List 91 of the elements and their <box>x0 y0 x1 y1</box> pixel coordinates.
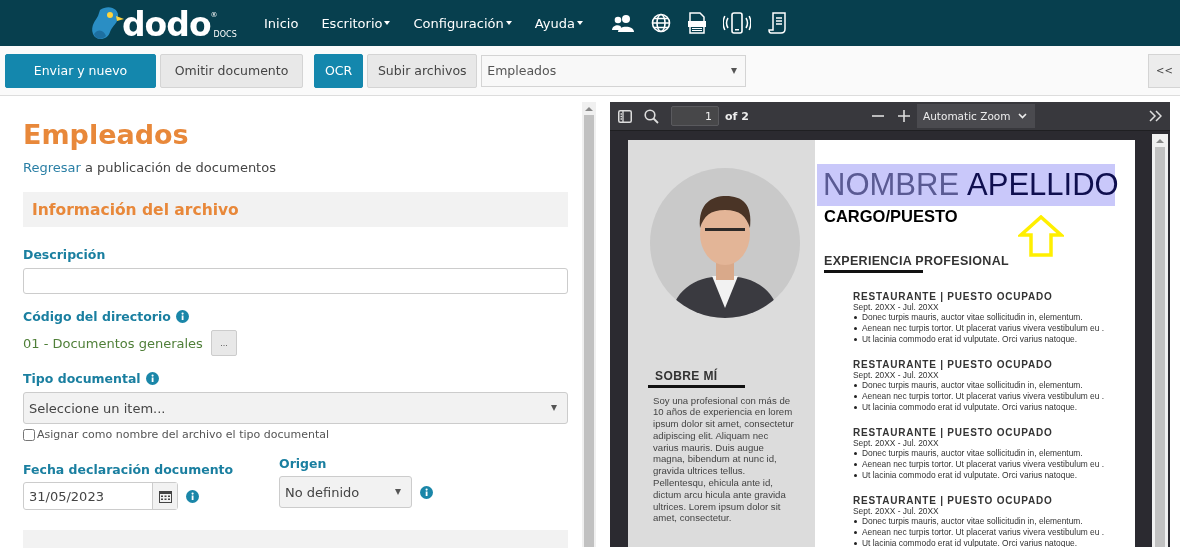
checkbox-label: Asignar como nombre del archivo el tipo documental <box>37 428 330 441</box>
bullet-text: Ut lacinia commodo erat id vulputate. Orci varius natoque. <box>862 470 1078 481</box>
toolbar-button[interactable]: Enviar y nuevo <box>5 53 156 88</box>
info-icon <box>420 485 433 499</box>
description-field[interactable] <box>23 268 568 294</box>
bullet-text: Aenean nec turpis tortor. Ut placerat varius vivera vestibulum eu . <box>862 459 1105 470</box>
field-label: Origen <box>279 456 327 471</box>
bullet-icon <box>854 327 857 330</box>
section-heading: SOBRE MÍ <box>655 369 718 383</box>
field-label: Tipo documental <box>23 371 141 386</box>
bird-icon <box>90 4 124 42</box>
bullet-text: Donec turpis mauris, auctor vitae sollicitudin in, elementum. <box>862 448 1083 459</box>
bullet-text: Donec turpis mauris, auctor vitae sollicitudin in, elementum. <box>862 380 1083 391</box>
job-heading: RESTAURANTE | PUESTO OCUPADO <box>853 291 1054 302</box>
bullet-icon <box>854 406 857 409</box>
bullet-icon <box>854 463 857 466</box>
browse-button[interactable]: ... <box>210 330 237 356</box>
bullet-text: Donec turpis mauris, auctor vitae sollicitudin in, elementum. <box>862 516 1083 527</box>
bullet-icon <box>854 531 857 534</box>
bullet-text: Donec turpis mauris, auctor vitae sollicitudin in, elementum. <box>862 312 1083 323</box>
caret-icon <box>551 405 557 411</box>
job-heading: RESTAURANTE | PUESTO OCUPADO <box>853 427 1054 438</box>
nav-menu-item[interactable]: Inicio <box>264 15 299 31</box>
bullet-icon <box>854 474 857 477</box>
document-type-select[interactable]: Seleccione un item... <box>23 392 568 424</box>
logo-subtitle: DOCS <box>213 30 237 39</box>
bullet-icon <box>854 384 857 387</box>
info-icon <box>186 489 199 503</box>
page-count: of 2 <box>725 109 749 123</box>
origin-select[interactable]: No definido <box>279 476 412 508</box>
job-dates: Sept. 20XX - Jul. 20XX <box>853 438 940 448</box>
bullet-text: Aenean nec turpis tortor. Ut placerat varius vivera vestibulum eu . <box>862 323 1105 334</box>
caret-icon <box>395 489 401 495</box>
date-field[interactable]: 31/05/2023 <box>23 482 178 510</box>
sidebar-toggle-icon[interactable] <box>618 109 632 123</box>
job-dates: Sept. 20XX - Jul. 20XX <box>853 370 940 380</box>
section-title: Información del archivo <box>32 200 239 219</box>
up-arrow-icon <box>1018 215 1064 257</box>
calendar-icon[interactable] <box>158 489 172 503</box>
directory-value: 01 - Documentos generales <box>23 335 203 351</box>
bullet-icon <box>854 452 857 455</box>
caret-icon <box>731 67 738 74</box>
job-dates: Sept. 20XX - Jul. 20XX <box>853 506 940 516</box>
zoom-select[interactable]: Automatic Zoom <box>917 104 1035 128</box>
bullet-icon <box>854 520 857 523</box>
bullet-icon <box>854 542 857 545</box>
nav-menu-item[interactable]: Ayuda <box>534 15 583 31</box>
scrollbar[interactable] <box>582 102 596 547</box>
toolbar-button[interactable]: OCR <box>314 53 364 88</box>
bullet-text: Ut lacinia commodo erat id vulputate. Orci varius natoque. <box>862 334 1078 345</box>
collapse-button[interactable]: << <box>1148 53 1180 88</box>
field-label: Código del directorio <box>23 309 171 324</box>
chevron-down-icon <box>1018 113 1027 119</box>
vibrating-phone-icon[interactable] <box>722 12 751 34</box>
field-label: Descripción <box>23 247 106 262</box>
document-list-icon[interactable] <box>767 12 788 34</box>
bullet-text: Aenean nec turpis tortor. Ut placerat varius vivera vestibulum eu . <box>862 527 1105 538</box>
nav-menu-item[interactable]: Configuración <box>413 15 512 31</box>
field-label: Fecha declaración documento <box>23 462 234 477</box>
form-select[interactable]: Empleados <box>481 54 747 87</box>
scrollbar[interactable] <box>1152 134 1168 547</box>
resume-name: NOMBRE APELLIDO <box>817 164 1115 206</box>
page-number-field[interactable]: 1 <box>671 106 719 126</box>
bullet-icon <box>854 338 857 341</box>
info-icon <box>175 310 189 323</box>
bullet-text: Ut lacinia commodo erat id vulputate. Orci varius natoque. <box>862 538 1078 547</box>
bullet-text: Ut lacinia commodo erat id vulputate. Orci varius natoque. <box>862 402 1078 413</box>
job-heading: RESTAURANTE | PUESTO OCUPADO <box>853 359 1054 370</box>
search-icon[interactable] <box>644 108 659 124</box>
page-title: Empleados <box>23 118 190 152</box>
users-icon[interactable] <box>611 14 634 32</box>
back-link[interactable]: Regresar <box>23 160 81 175</box>
toolbar-button[interactable]: Subir archivos <box>367 53 478 88</box>
globe-icon[interactable] <box>650 13 671 33</box>
resume-job-title: CARGO/PUESTO <box>824 207 959 226</box>
section-heading: EXPERIENCIA PROFESIONAL <box>824 254 1010 268</box>
zoom-in-icon[interactable] <box>897 109 911 123</box>
bullet-icon <box>854 316 857 319</box>
job-dates: Sept. 20XX - Jul. 20XX <box>853 302 940 312</box>
back-text: Regresar a publicación de documentos <box>23 160 277 175</box>
checkbox[interactable] <box>23 428 35 441</box>
bullet-icon <box>854 395 857 398</box>
logo-text: dodo <box>122 7 211 43</box>
toolbar-button[interactable]: Omitir documento <box>160 53 303 88</box>
spreadsheet-file-icon[interactable] <box>687 12 706 34</box>
about-paragraph: Soy una profesional con más de 10 años de experiencia en lorem ipsum dolor sit amet, consectetur adipiscing elit. Aliquam nec varius mauris. Duis augue magna, bibendum at nunc id, gravida ultrices tellus. Pellentesqu, ehicula ante id, dictum arcu hicula ante gravida ultrices. Lorem ipsum dolor sit amet, consectetur. <box>653 394 795 525</box>
job-heading: RESTAURANTE | PUESTO OCUPADO <box>853 495 1054 506</box>
info-icon <box>145 372 159 385</box>
nav-menu-item[interactable]: Escritorio <box>321 15 391 31</box>
double-chevron-icon[interactable] <box>1149 110 1162 122</box>
bullet-text: Aenean nec turpis tortor. Ut placerat varius vivera vestibulum eu . <box>862 391 1105 402</box>
